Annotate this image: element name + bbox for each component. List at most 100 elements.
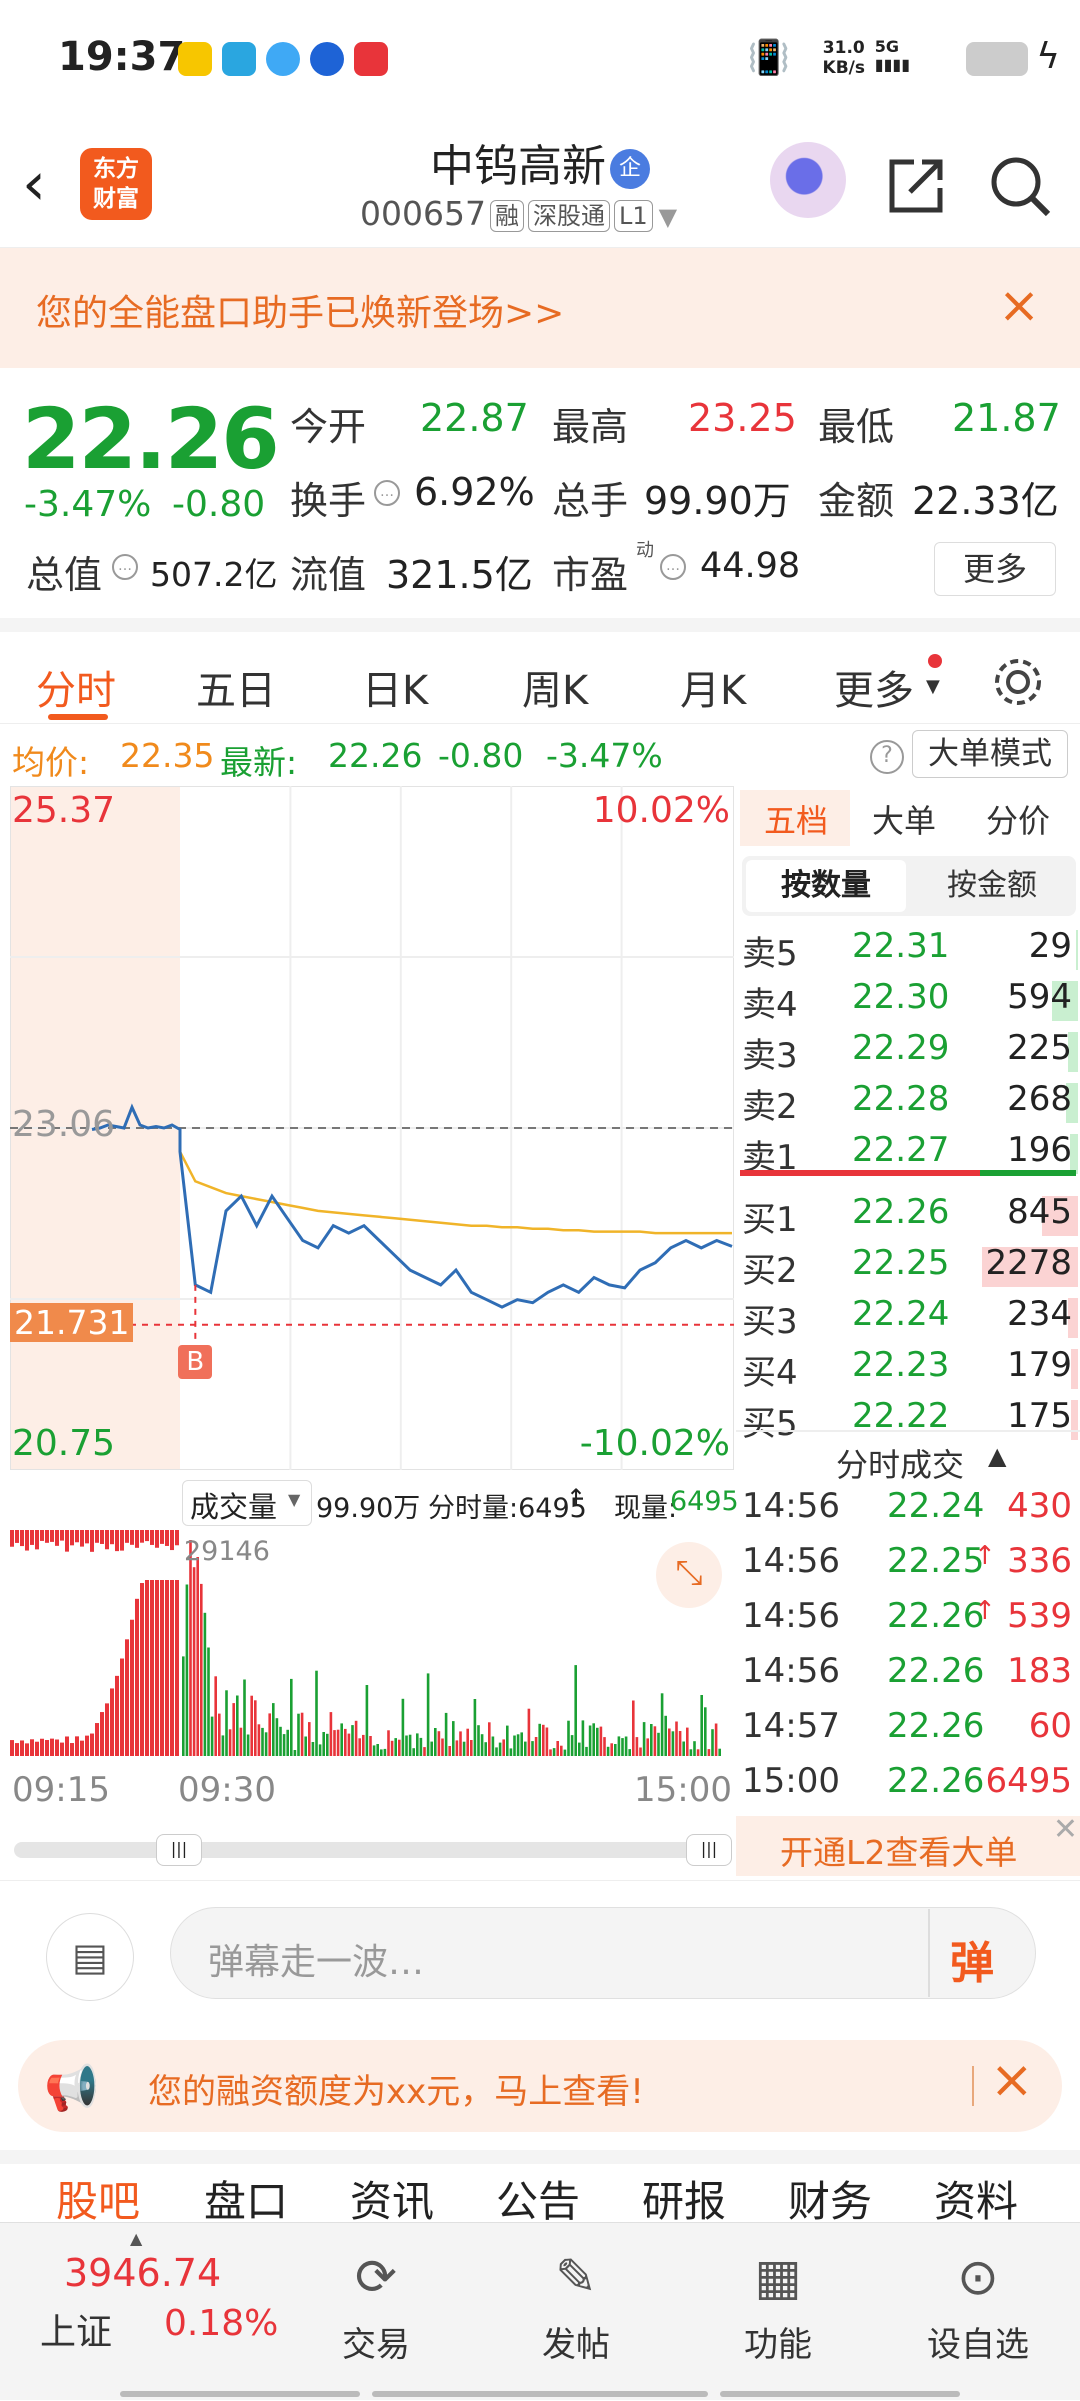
ticks-expand-icon[interactable]: ▲ bbox=[988, 1442, 1006, 1470]
danmaku-send-button[interactable]: 弹 bbox=[950, 1927, 994, 1991]
info-icon[interactable]: … bbox=[374, 480, 400, 506]
assistant-robot-icon[interactable] bbox=[770, 142, 846, 218]
tab-big-orders[interactable]: 大单 bbox=[872, 796, 936, 842]
tab-research[interactable]: 研报 bbox=[642, 2168, 726, 2229]
change-pct: -3.47% bbox=[24, 484, 152, 525]
chart-prev-close: 23.06 bbox=[12, 1104, 116, 1145]
volume-bar bbox=[336, 1729, 340, 1756]
l2-promo-text[interactable]: 开通L2查看大单 bbox=[780, 1826, 1017, 1874]
search-icon[interactable] bbox=[986, 152, 1054, 220]
volume-bar bbox=[140, 1583, 144, 1756]
telegram-icon bbox=[222, 42, 256, 76]
volume-bar bbox=[347, 1733, 351, 1756]
volume-bar bbox=[488, 1722, 491, 1756]
info-icon[interactable]: … bbox=[112, 554, 138, 580]
tick-time: 14:57 bbox=[742, 1706, 840, 1746]
amount-value: 22.33亿 bbox=[912, 479, 1059, 523]
avg-value: 22.35 bbox=[120, 736, 215, 775]
volume-bar bbox=[570, 1735, 574, 1756]
volume-bar bbox=[30, 1530, 34, 1545]
volume-bar bbox=[682, 1741, 685, 1756]
settings-gear-icon[interactable] bbox=[990, 654, 1046, 710]
margin-ad-banner[interactable]: 📢 您的融资额度为xx元，马上查看! × bbox=[18, 2040, 1062, 2132]
more-button[interactable]: 更多 bbox=[934, 542, 1056, 596]
close-icon[interactable]: × bbox=[998, 276, 1040, 334]
volume-bar bbox=[120, 1658, 124, 1756]
volume-chart[interactable]: 29146 ⤡ bbox=[10, 1530, 734, 1756]
chart-range-scroller[interactable]: ||| ||| bbox=[0, 1826, 736, 1882]
float-value: 321.5亿 bbox=[386, 553, 533, 597]
info-icon[interactable]: … bbox=[660, 554, 686, 580]
promo-text[interactable]: 您的全能盘口助手已焕新登场>> bbox=[36, 284, 564, 336]
level-price: 22.29 bbox=[852, 1028, 950, 1068]
tab-weekly-k[interactable]: 周K bbox=[522, 658, 588, 716]
volume-bar bbox=[95, 1530, 99, 1543]
volume-bar bbox=[264, 1732, 268, 1756]
tab-daily-k[interactable]: 日K bbox=[362, 658, 428, 716]
tab-announcements[interactable]: 公告 bbox=[496, 2168, 580, 2229]
tab-five-day[interactable]: 五日 bbox=[196, 658, 276, 716]
tab-news[interactable]: 资讯 bbox=[350, 2168, 434, 2229]
scroll-right-handle[interactable]: ||| bbox=[686, 1834, 732, 1866]
volume-bar bbox=[75, 1530, 79, 1543]
volume-bar bbox=[282, 1734, 286, 1756]
tab-five-levels[interactable]: 五档 bbox=[764, 796, 828, 842]
float-label: 流值 bbox=[290, 553, 367, 597]
intraday-chart[interactable]: 25.37 10.02% 23.06 20.75 -10.02% 21.731 … bbox=[9, 785, 735, 1471]
tick-time: 14:56 bbox=[742, 1486, 840, 1526]
volume-bar bbox=[477, 1725, 480, 1756]
volume-bar bbox=[599, 1726, 603, 1756]
level-price: 22.24 bbox=[852, 1294, 950, 1334]
tab-intraday[interactable]: 分时 bbox=[36, 658, 116, 716]
by-quantity-button[interactable]: 按数量 bbox=[746, 860, 906, 912]
depth-bar bbox=[1071, 1400, 1078, 1440]
stock-code-row[interactable]: 000657 融深股通 L1 ▼ bbox=[360, 194, 677, 233]
volume-bar bbox=[135, 1530, 139, 1548]
vibrate-icon: 📳 bbox=[747, 38, 790, 78]
by-amount-button[interactable]: 按金额 bbox=[912, 860, 1072, 912]
index-ticker[interactable]: ▲ 3946.74 上证 0.18% bbox=[0, 2223, 290, 2401]
tab-forum[interactable]: 股吧 bbox=[56, 2168, 140, 2229]
scroll-track bbox=[14, 1842, 718, 1858]
volume-bar bbox=[646, 1738, 649, 1756]
grid-icon: ▦ bbox=[754, 2248, 802, 2306]
expand-icon[interactable]: ⤡ bbox=[656, 1542, 722, 1608]
volume-bar bbox=[10, 1530, 14, 1547]
nav-watchlist[interactable]: ⊙ 设自选 bbox=[898, 2247, 1058, 2366]
nav-trade[interactable]: ⟳ 交易 bbox=[296, 2247, 456, 2366]
nav-post[interactable]: ✎ 发帖 bbox=[496, 2247, 656, 2366]
tab-more[interactable]: 更多 bbox=[834, 658, 914, 716]
close-icon[interactable]: × bbox=[990, 2050, 1034, 2110]
ticks-title[interactable]: 分时成交 bbox=[836, 1440, 964, 1486]
scroll-left-handle[interactable]: ||| bbox=[156, 1834, 202, 1866]
volume-bar bbox=[40, 1530, 44, 1541]
latest-value: 22.26 bbox=[328, 736, 423, 775]
time-start: 09:15 bbox=[12, 1770, 110, 1810]
bid-level-5: 买5 22.22 175 bbox=[742, 1396, 1078, 1444]
tab-finance[interactable]: 财务 bbox=[788, 2168, 872, 2229]
volume-bar bbox=[170, 1530, 174, 1551]
tab-handicap[interactable]: 盘口 bbox=[204, 2168, 288, 2229]
close-icon[interactable]: ✕ bbox=[1053, 1812, 1078, 1847]
big-order-mode-button[interactable]: 大单模式 bbox=[912, 730, 1068, 778]
level-volume: 2278 bbox=[985, 1243, 1072, 1283]
volume-bar bbox=[125, 1639, 129, 1756]
nav-functions[interactable]: ▦ 功能 bbox=[698, 2247, 858, 2366]
volume-bar bbox=[203, 1612, 207, 1756]
volume-bar bbox=[376, 1744, 379, 1756]
danmaku-settings-icon[interactable]: ▤ bbox=[46, 1913, 134, 2001]
tab-price-dist[interactable]: 分价 bbox=[986, 796, 1050, 842]
promo-banner[interactable]: 您的全能盘口助手已焕新登场>> × bbox=[0, 248, 1080, 368]
tab-monthly-k[interactable]: 月K bbox=[680, 658, 746, 716]
volume-bar bbox=[268, 1713, 271, 1756]
volume-bar bbox=[340, 1723, 343, 1756]
share-icon[interactable] bbox=[884, 154, 948, 218]
chart-top-price: 25.37 bbox=[12, 790, 116, 831]
buy-marker[interactable]: B bbox=[178, 1344, 213, 1379]
tab-profile[interactable]: 资料 bbox=[934, 2168, 1018, 2229]
volume-bar bbox=[678, 1731, 682, 1756]
help-icon[interactable]: ? bbox=[870, 740, 904, 774]
volume-label[interactable]: 成交量 bbox=[190, 1484, 277, 1526]
tick-price: 22.24 bbox=[887, 1486, 985, 1526]
ad-text[interactable]: 您的融资额度为xx元，马上查看! bbox=[148, 2064, 644, 2113]
